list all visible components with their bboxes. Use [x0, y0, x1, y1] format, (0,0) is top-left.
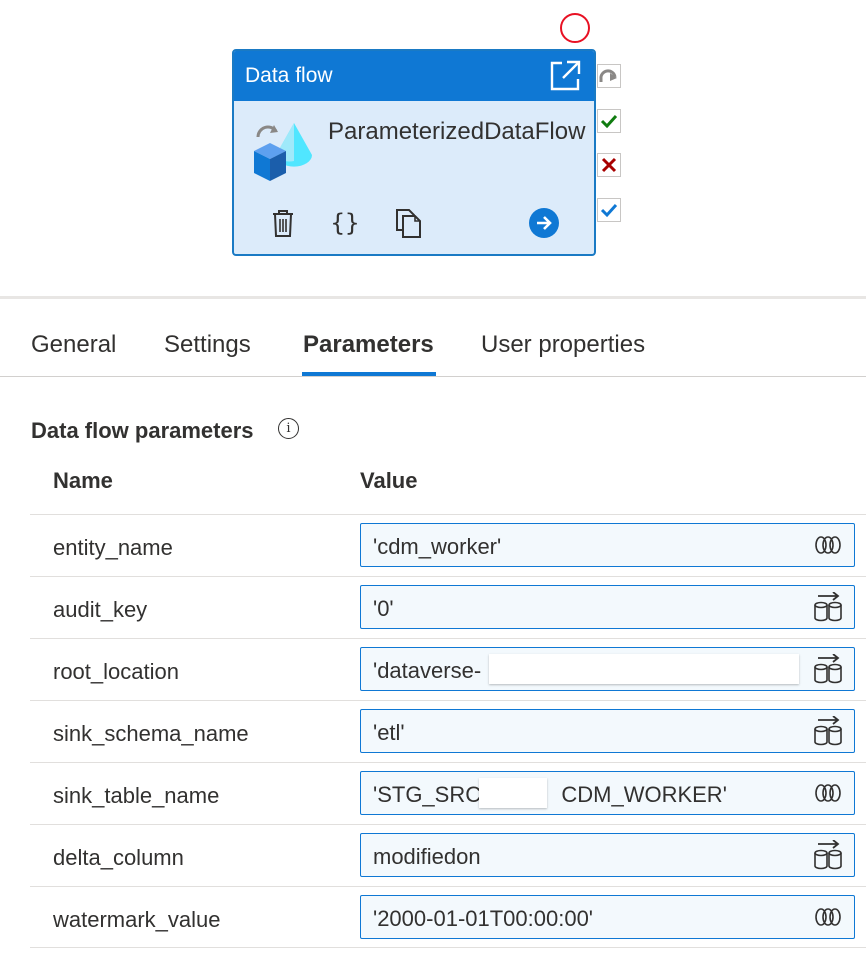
table-row: root_location 'dataverse- [30, 638, 866, 700]
go-arrow-icon[interactable] [528, 205, 560, 241]
pipeline-expression-icon[interactable] [812, 840, 844, 870]
activity-card-actions: {} [264, 205, 560, 245]
table-row: entity_name 'cdm_worker' [30, 514, 866, 576]
table-row: watermark_value '2000-01-01T00:00:00' [30, 886, 866, 948]
parameter-value-suffix: CDM_WORKER' [561, 782, 727, 807]
open-external-icon[interactable] [548, 59, 582, 93]
parameter-name: delta_column [53, 845, 184, 870]
tab-general[interactable]: General [31, 331, 116, 359]
data-flow-icon [250, 121, 312, 183]
parameter-name: watermark_value [53, 907, 221, 932]
expression-icon[interactable] [812, 778, 844, 808]
parameter-value: modifiedon [373, 844, 481, 869]
parameter-value: 'cdm_worker' [373, 534, 502, 559]
pipeline-expression-icon[interactable] [812, 592, 844, 622]
activity-card-body: ParameterizedDataFlow {} [234, 101, 594, 254]
parameter-value: '2000-01-01T00:00:00' [373, 906, 594, 931]
parameter-value-prefix: 'STG_SRC_ [373, 782, 494, 807]
active-tab-indicator [302, 372, 436, 376]
skipped-icon[interactable] [597, 64, 621, 88]
parameter-value-input[interactable]: 'dataverse- [360, 647, 855, 691]
pipeline-canvas: Data flow ParameterizedDataFlow {} [0, 0, 866, 298]
column-header-name: Name [53, 468, 113, 493]
parameter-value-input[interactable]: 'etl' [360, 709, 855, 753]
parameter-value-input[interactable]: 'STG_SRC_ CDM_WORKER' [360, 771, 855, 815]
activity-status-indicator [560, 13, 590, 43]
success-icon[interactable] [597, 109, 621, 133]
parameter-name: audit_key [53, 597, 148, 622]
activity-card-header: Data flow [234, 51, 594, 101]
data-flow-activity-card[interactable]: Data flow ParameterizedDataFlow {} [232, 49, 596, 256]
expression-icon[interactable] [812, 530, 844, 560]
parameter-value: 'STG_SRC_ CDM_WORKER' [373, 782, 727, 808]
parameter-value: 'etl' [373, 720, 405, 745]
parameter-value-input[interactable]: 'cdm_worker' [360, 523, 855, 567]
parameter-name: root_location [53, 659, 179, 684]
pipeline-expression-icon[interactable] [812, 716, 844, 746]
tab-settings[interactable]: Settings [164, 331, 251, 359]
parameter-value-input[interactable]: '0' [360, 585, 855, 629]
parameters-table: entity_name 'cdm_worker' audit_key '0' r… [30, 514, 866, 948]
parameter-name: entity_name [53, 535, 173, 560]
column-header-value: Value [360, 468, 418, 493]
section-title: Data flow parameters [31, 418, 254, 443]
redacted-region [489, 654, 799, 684]
expression-icon[interactable] [812, 902, 844, 932]
properties-tabs: General Settings Parameters User propert… [0, 299, 866, 377]
parameter-name: sink_table_name [53, 783, 220, 808]
info-icon[interactable]: i [278, 418, 299, 439]
parameter-value: '0' [373, 596, 394, 621]
activity-type-label: Data flow [245, 64, 333, 87]
table-row: delta_column modifiedon [30, 824, 866, 886]
table-row: sink_table_name 'STG_SRC_ CDM_WORKER' [30, 762, 866, 824]
activity-name: ParameterizedDataFlow [328, 118, 586, 145]
failure-icon[interactable] [597, 153, 621, 177]
parameter-name: sink_schema_name [53, 721, 249, 746]
delete-icon[interactable] [268, 205, 298, 241]
parameter-value-input[interactable]: modifiedon [360, 833, 855, 877]
tab-parameters[interactable]: Parameters [303, 331, 434, 359]
table-row: sink_schema_name 'etl' [30, 700, 866, 762]
parameter-value-input[interactable]: '2000-01-01T00:00:00' [360, 895, 855, 939]
completion-icon[interactable] [597, 198, 621, 222]
table-row: audit_key '0' [30, 576, 866, 638]
parameter-value: 'dataverse- [373, 658, 482, 683]
code-braces-icon[interactable]: {} [328, 205, 362, 241]
redacted-region [479, 778, 547, 808]
pipeline-expression-icon[interactable] [812, 654, 844, 684]
tab-user-properties[interactable]: User properties [481, 331, 645, 359]
copy-icon[interactable] [392, 205, 424, 241]
